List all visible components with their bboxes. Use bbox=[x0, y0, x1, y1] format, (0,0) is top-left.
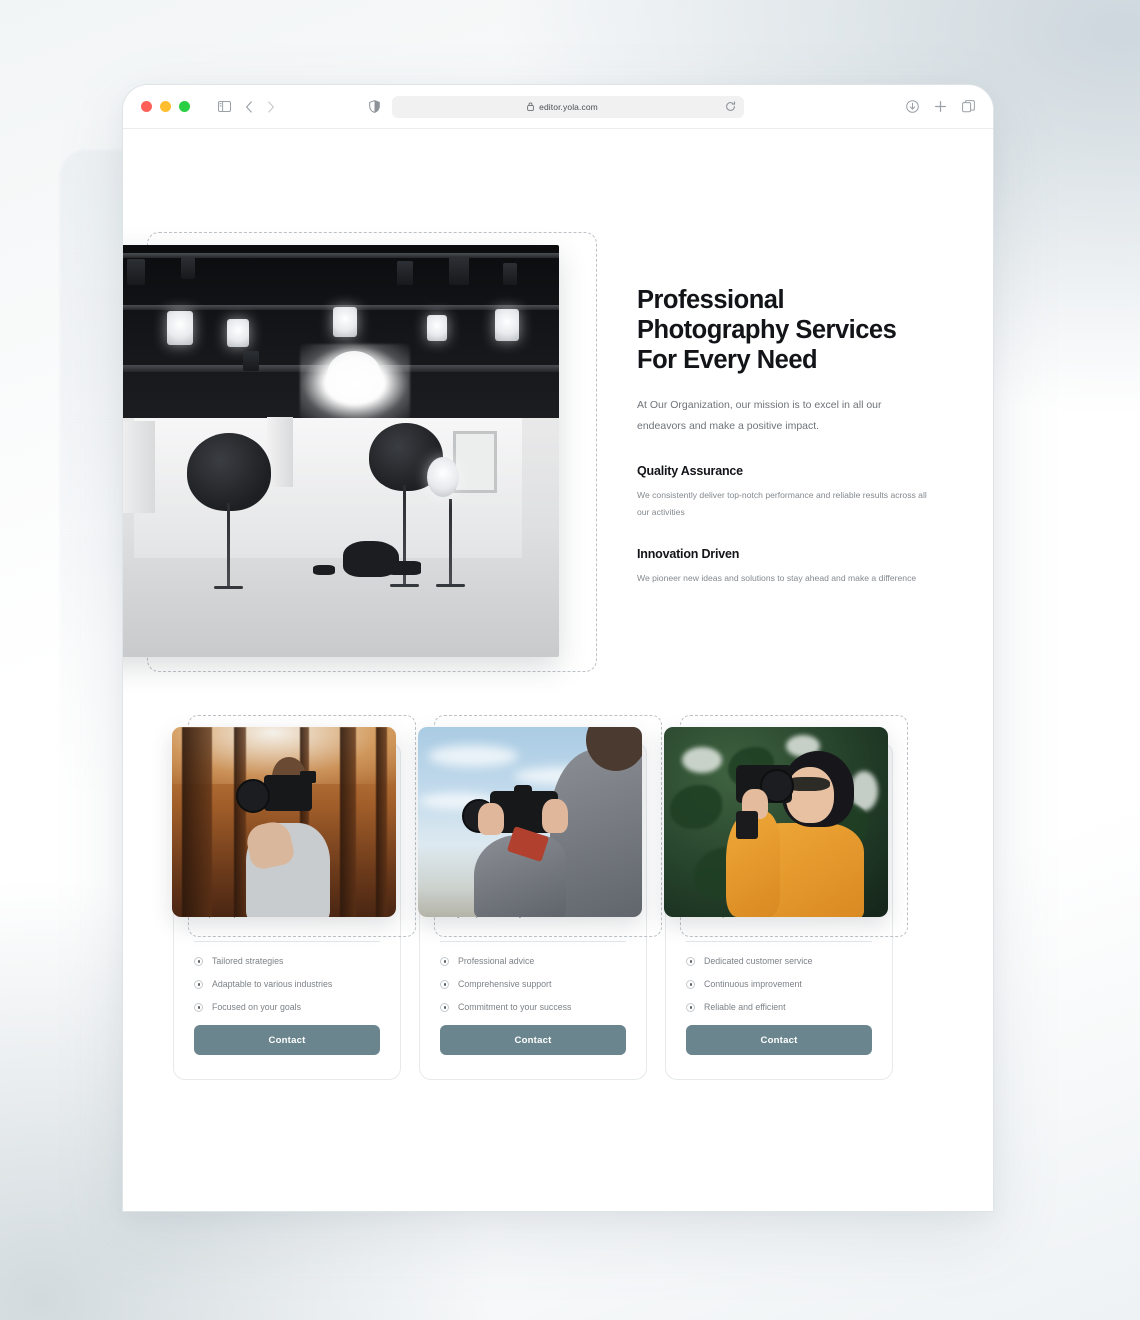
bullet-dot-icon bbox=[194, 956, 203, 966]
feature-quality-assurance: Quality Assurance We consistently delive… bbox=[637, 464, 927, 521]
bullet-dot-icon bbox=[686, 1002, 695, 1012]
chevron-left-icon[interactable] bbox=[245, 100, 253, 113]
list-item: Commitment to your success bbox=[440, 1002, 626, 1012]
navigation-controls[interactable] bbox=[218, 100, 275, 113]
list-item-label: Comprehensive support bbox=[458, 979, 552, 989]
list-item-label: Focused on your goals bbox=[212, 1002, 301, 1012]
sidebar-toggle-icon[interactable] bbox=[218, 101, 231, 112]
list-item-label: Tailored strategies bbox=[212, 956, 284, 966]
minimize-window-button[interactable] bbox=[160, 101, 171, 112]
card-divider bbox=[194, 941, 380, 942]
browser-window: editor.yola.com Professional Photography… bbox=[122, 84, 994, 1212]
service-card-comprehensive-support[interactable]: Comprehensive Support We offer extensive… bbox=[664, 715, 908, 1080]
card-image[interactable] bbox=[664, 727, 888, 917]
contact-button[interactable]: Contact bbox=[194, 1025, 380, 1055]
list-item: Professional advice bbox=[440, 956, 626, 966]
list-item: Comprehensive support bbox=[440, 979, 626, 989]
list-item: Adaptable to various industries bbox=[194, 979, 380, 989]
privacy-shield-icon[interactable] bbox=[369, 100, 380, 113]
autumn-forest-photo bbox=[172, 727, 396, 917]
browser-titlebar: editor.yola.com bbox=[123, 85, 993, 129]
card-divider bbox=[440, 941, 626, 942]
bullet-dot-icon bbox=[194, 979, 203, 989]
download-icon[interactable] bbox=[906, 100, 919, 113]
contact-button[interactable]: Contact bbox=[686, 1025, 872, 1055]
list-item: Focused on your goals bbox=[194, 1002, 380, 1012]
woman-photographer-photo bbox=[664, 727, 888, 917]
bullet-dot-icon bbox=[686, 956, 695, 966]
feature-innovation-driven: Innovation Driven We pioneer new ideas a… bbox=[637, 547, 927, 587]
contact-button[interactable]: Contact bbox=[440, 1025, 626, 1055]
list-item: Dedicated customer service bbox=[686, 956, 872, 966]
bullet-dot-icon bbox=[440, 956, 449, 966]
list-item-label: Commitment to your success bbox=[458, 1002, 572, 1012]
page-title: Professional Photography Services For Ev… bbox=[637, 286, 897, 374]
feature-title: Quality Assurance bbox=[637, 464, 743, 478]
address-bar-content: editor.yola.com bbox=[400, 102, 725, 112]
chevron-right-icon[interactable] bbox=[267, 100, 275, 113]
list-item-label: Dedicated customer service bbox=[704, 956, 813, 966]
bullet-dot-icon bbox=[440, 1002, 449, 1012]
card-image[interactable] bbox=[172, 727, 396, 917]
service-card-custom-solutions[interactable]: Custom Solutions We provide personalized… bbox=[172, 715, 416, 1080]
zoom-window-button[interactable] bbox=[179, 101, 190, 112]
address-bar-url: editor.yola.com bbox=[539, 101, 598, 112]
tab-overview-icon[interactable] bbox=[962, 100, 975, 113]
service-cards-section: Custom Solutions We provide personalized… bbox=[172, 715, 967, 1080]
card-divider bbox=[686, 941, 872, 942]
list-item: Continuous improvement bbox=[686, 979, 872, 989]
site-viewport: Professional Photography Services For Ev… bbox=[123, 129, 993, 1211]
card-image[interactable] bbox=[418, 727, 642, 917]
plus-icon[interactable] bbox=[934, 100, 947, 113]
hero-subtitle: At Our Organization, our mission is to e… bbox=[637, 399, 882, 432]
list-item: Tailored strategies bbox=[194, 956, 380, 966]
reload-icon[interactable] bbox=[725, 101, 736, 112]
studio-photo bbox=[123, 245, 559, 657]
bullet-dot-icon bbox=[686, 979, 695, 989]
list-item-label: Reliable and efficient bbox=[704, 1002, 786, 1012]
feature-title: Innovation Driven bbox=[637, 547, 740, 561]
list-item-label: Adaptable to various industries bbox=[212, 979, 333, 989]
window-traffic-lights[interactable] bbox=[141, 101, 190, 112]
list-item-label: Professional advice bbox=[458, 956, 535, 966]
lock-icon bbox=[527, 102, 535, 111]
hero-text-block: Professional Photography Services For Ev… bbox=[637, 285, 927, 587]
service-card-expert-guidance[interactable]: Expert Guidance Our experienced team is … bbox=[418, 715, 662, 1080]
bullet-dot-icon bbox=[440, 979, 449, 989]
hero-image[interactable] bbox=[123, 245, 559, 657]
sky-photographer-photo bbox=[418, 727, 642, 917]
card-feature-list: Professional advice Comprehensive suppor… bbox=[440, 956, 626, 1012]
hero-section: Professional Photography Services For Ev… bbox=[123, 129, 993, 672]
address-bar[interactable]: editor.yola.com bbox=[392, 95, 744, 118]
feature-description: We consistently deliver top-notch perfor… bbox=[637, 490, 927, 517]
browser-toolbar-right[interactable] bbox=[906, 100, 975, 113]
bullet-dot-icon bbox=[194, 1002, 203, 1012]
feature-description: We pioneer new ideas and solutions to st… bbox=[637, 573, 917, 583]
list-item-label: Continuous improvement bbox=[704, 979, 802, 989]
card-feature-list: Dedicated customer service Continuous im… bbox=[686, 956, 872, 1012]
card-feature-list: Tailored strategies Adaptable to various… bbox=[194, 956, 380, 1012]
list-item: Reliable and efficient bbox=[686, 1002, 872, 1012]
close-window-button[interactable] bbox=[141, 101, 152, 112]
